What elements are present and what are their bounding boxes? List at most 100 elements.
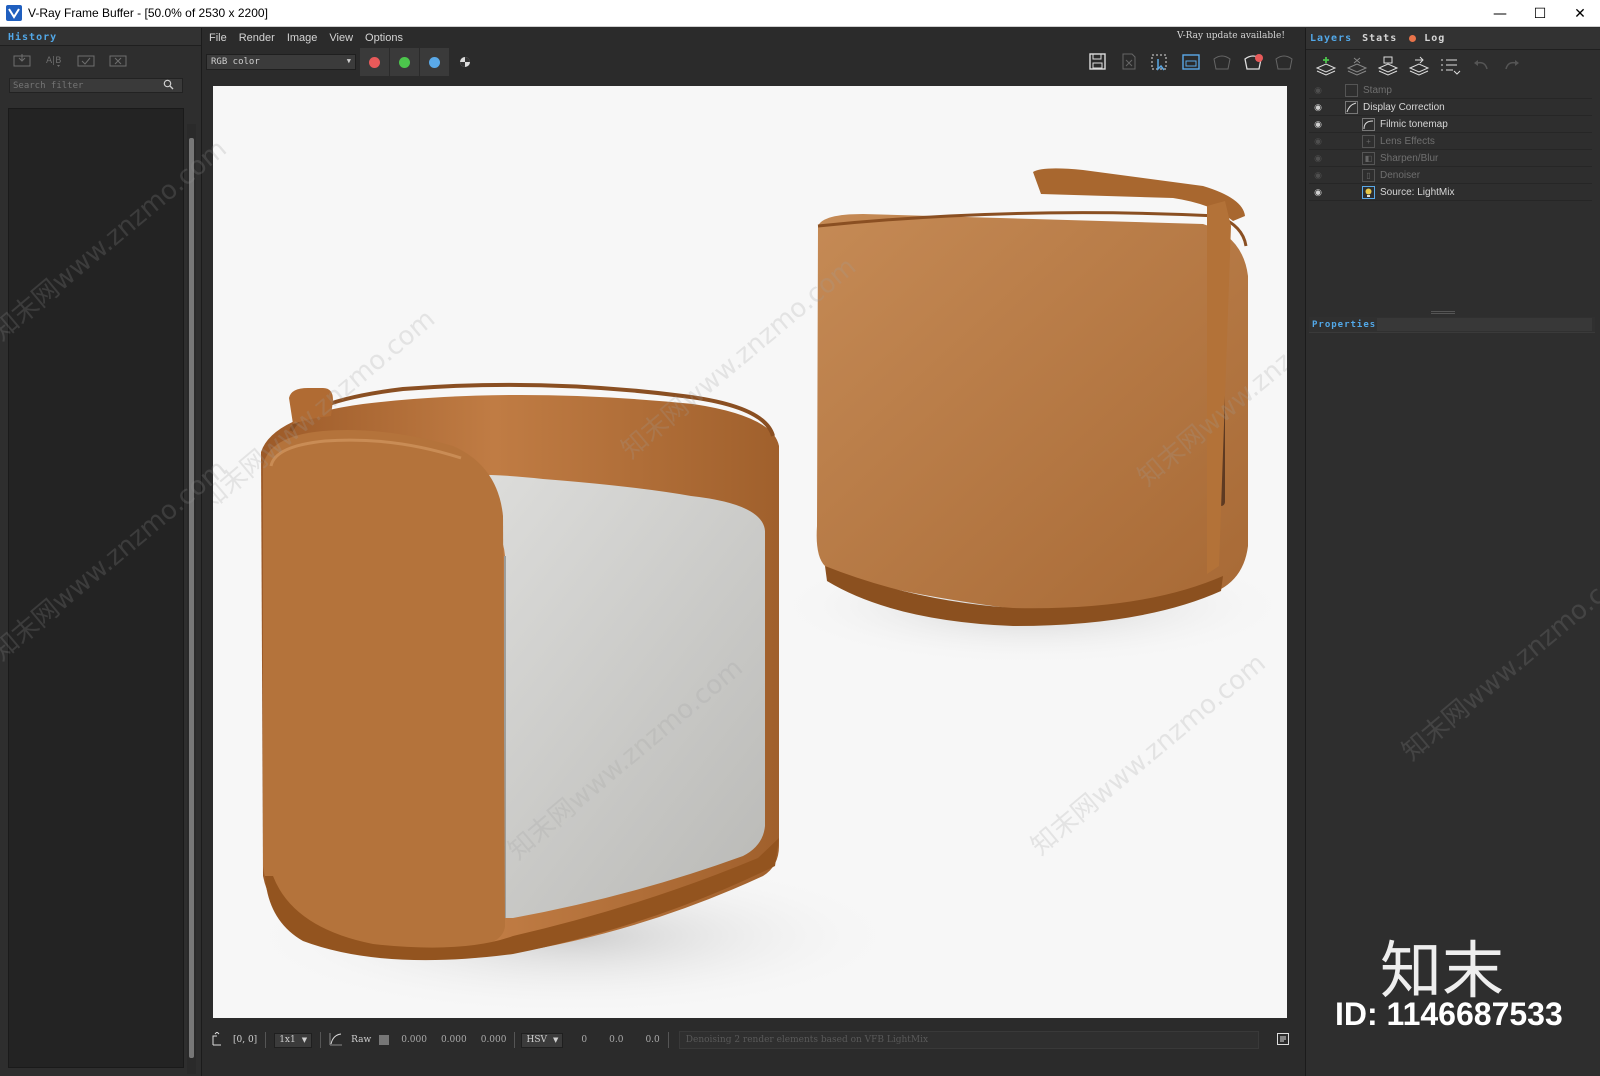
tab-history[interactable]: History xyxy=(0,28,65,47)
history-scrollbar[interactable] xyxy=(187,124,196,1074)
tonemap-icon xyxy=(1362,117,1375,131)
chevron-down-icon: ▼ xyxy=(301,1036,308,1044)
red-value: 0.000 xyxy=(401,1035,427,1045)
lens-render-icon[interactable] xyxy=(1180,52,1202,72)
region-render-icon[interactable] xyxy=(1149,52,1171,72)
pixel-color-swatch xyxy=(379,1035,390,1045)
tab-stats[interactable]: Stats xyxy=(1358,33,1401,44)
layer-sharpen-blur[interactable]: ◉ ◧ Sharpen/Blur xyxy=(1309,150,1592,167)
sharpen-icon: ◧ xyxy=(1362,151,1375,165)
visibility-toggle-icon[interactable]: ◉ xyxy=(1309,153,1327,164)
layer-label: Stamp xyxy=(1363,84,1392,96)
visibility-toggle-icon[interactable]: ◉ xyxy=(1309,187,1327,198)
title-bar: V-Ray Frame Buffer - [50.0% of 2530 x 22… xyxy=(0,0,1600,27)
render-viewport[interactable]: 知末网www.znzmo.com 知末网www.znzmo.com 知末网www… xyxy=(213,86,1287,1018)
close-button[interactable]: ✕ xyxy=(1560,0,1600,27)
load-history-icon[interactable] xyxy=(76,52,96,68)
channel-label: RGB color xyxy=(211,57,260,67)
properties-header: Properties xyxy=(1309,317,1595,333)
blue-value: 0.000 xyxy=(480,1035,507,1045)
svg-text:A|B: A|B xyxy=(46,56,61,66)
search-input[interactable] xyxy=(13,80,163,91)
lens-icon: + xyxy=(1362,134,1375,148)
main-area: File Render Image View Options V-Ray upd… xyxy=(203,28,1303,1076)
clear-image-icon[interactable] xyxy=(1118,52,1140,72)
load-layers-icon[interactable] xyxy=(1407,55,1431,77)
blue-channel-button[interactable] xyxy=(420,48,449,76)
green-value: 0.000 xyxy=(440,1035,467,1045)
layer-label: Sharpen/Blur xyxy=(1380,152,1439,164)
zoom-value: 1x1 xyxy=(279,1035,296,1045)
curve-icon[interactable] xyxy=(329,1032,343,1049)
save-image-icon[interactable] xyxy=(1087,52,1109,72)
panel-splitter[interactable] xyxy=(1431,311,1455,314)
log-warning-icon xyxy=(1409,35,1417,42)
layer-display-correction[interactable]: ◉ Display Correction xyxy=(1309,99,1592,116)
undo-icon[interactable] xyxy=(1469,55,1493,77)
redo-icon[interactable] xyxy=(1500,55,1524,77)
color-space-select[interactable]: HSV ▼ xyxy=(521,1032,564,1048)
layer-lens-effects[interactable]: ◉ + Lens Effects xyxy=(1309,133,1592,150)
toolbar: RGB color ▼ xyxy=(203,48,1303,76)
tab-log[interactable]: Log xyxy=(1405,33,1449,44)
history-panel: History A|B xyxy=(0,28,202,1076)
delete-layer-icon[interactable] xyxy=(1345,55,1369,77)
layer-stamp[interactable]: ◉ Stamp xyxy=(1309,82,1592,99)
save-history-icon[interactable] xyxy=(12,52,32,68)
red-channel-button[interactable] xyxy=(360,48,389,76)
menu-options[interactable]: Options xyxy=(365,32,403,44)
vray-app-icon xyxy=(6,5,22,21)
delete-history-icon[interactable] xyxy=(108,52,128,68)
status-bar: [0, 0] 1x1 ▼ Raw 0.000 0.000 0.000 HSV ▼… xyxy=(203,1028,1303,1052)
layer-presets-icon[interactable] xyxy=(1438,55,1462,77)
pick-pixel-icon[interactable] xyxy=(211,1030,223,1049)
visibility-toggle-icon[interactable]: ◉ xyxy=(1309,170,1327,181)
status-message-text: Denoising 2 render elements based on VFB… xyxy=(685,1035,929,1045)
curve-icon xyxy=(1345,100,1358,114)
minimize-button[interactable]: — xyxy=(1480,0,1520,27)
ab-compare-icon[interactable]: A|B xyxy=(44,52,64,68)
menu-render[interactable]: Render xyxy=(239,32,275,44)
stop-render-icon[interactable] xyxy=(1242,52,1264,72)
search-icon[interactable] xyxy=(163,79,174,93)
console-icon[interactable] xyxy=(1277,1032,1289,1048)
raw-mode-label[interactable]: Raw xyxy=(351,1035,371,1045)
layer-filmic-tonemap[interactable]: ◉ Filmic tonemap xyxy=(1309,116,1592,133)
layer-label: Lens Effects xyxy=(1380,135,1435,147)
color-space-value: HSV xyxy=(526,1035,547,1045)
lightmix-icon xyxy=(1362,185,1375,199)
tab-log-label: Log xyxy=(1424,33,1446,44)
render-last-icon[interactable] xyxy=(1211,52,1233,72)
interactive-render-icon[interactable] xyxy=(1273,52,1295,72)
layer-label: Denoiser xyxy=(1380,169,1421,181)
visibility-toggle-icon[interactable]: ◉ xyxy=(1309,102,1327,113)
history-search xyxy=(9,78,183,93)
chevron-down-icon: ▼ xyxy=(346,57,351,65)
visibility-toggle-icon[interactable]: ◉ xyxy=(1309,136,1327,147)
menu-image[interactable]: Image xyxy=(287,32,318,44)
green-channel-button[interactable] xyxy=(390,48,419,76)
visibility-toggle-icon[interactable]: ◉ xyxy=(1309,85,1327,96)
history-list[interactable] xyxy=(8,108,184,1068)
chevron-down-icon: ▼ xyxy=(553,1036,559,1044)
zoom-select[interactable]: 1x1 ▼ xyxy=(274,1032,313,1048)
stamp-icon xyxy=(1345,83,1358,97)
layer-label: Display Correction xyxy=(1363,101,1445,113)
visibility-toggle-icon[interactable]: ◉ xyxy=(1309,119,1327,130)
menu-view[interactable]: View xyxy=(329,32,353,44)
layer-source-lightmix[interactable]: ◉ Source: LightMix xyxy=(1309,184,1592,201)
pixel-coordinates: [0, 0] xyxy=(233,1035,258,1045)
maximize-button[interactable]: ☐ xyxy=(1520,0,1560,27)
alpha-channel-button[interactable] xyxy=(450,48,479,76)
menu-file[interactable]: File xyxy=(209,32,227,44)
rendered-image: 知末网www.znzmo.com 知末网www.znzmo.com 知末网www… xyxy=(213,86,1287,1018)
denoiser-icon: ▯ xyxy=(1362,168,1375,182)
layers-panel: Layers Stats Log ◉ Stamp ◉ Display Corre… xyxy=(1305,28,1600,1076)
create-layer-icon[interactable] xyxy=(1314,55,1338,77)
save-layers-icon[interactable] xyxy=(1376,55,1400,77)
layer-denoiser[interactable]: ◉ ▯ Denoiser xyxy=(1309,167,1592,184)
channel-dropdown[interactable]: RGB color ▼ xyxy=(206,54,356,70)
layer-tree: ◉ Stamp ◉ Display Correction ◉ Filmic to… xyxy=(1309,82,1592,201)
update-notification[interactable]: V-Ray update available! xyxy=(1177,31,1285,41)
tab-layers[interactable]: Layers xyxy=(1306,33,1356,44)
